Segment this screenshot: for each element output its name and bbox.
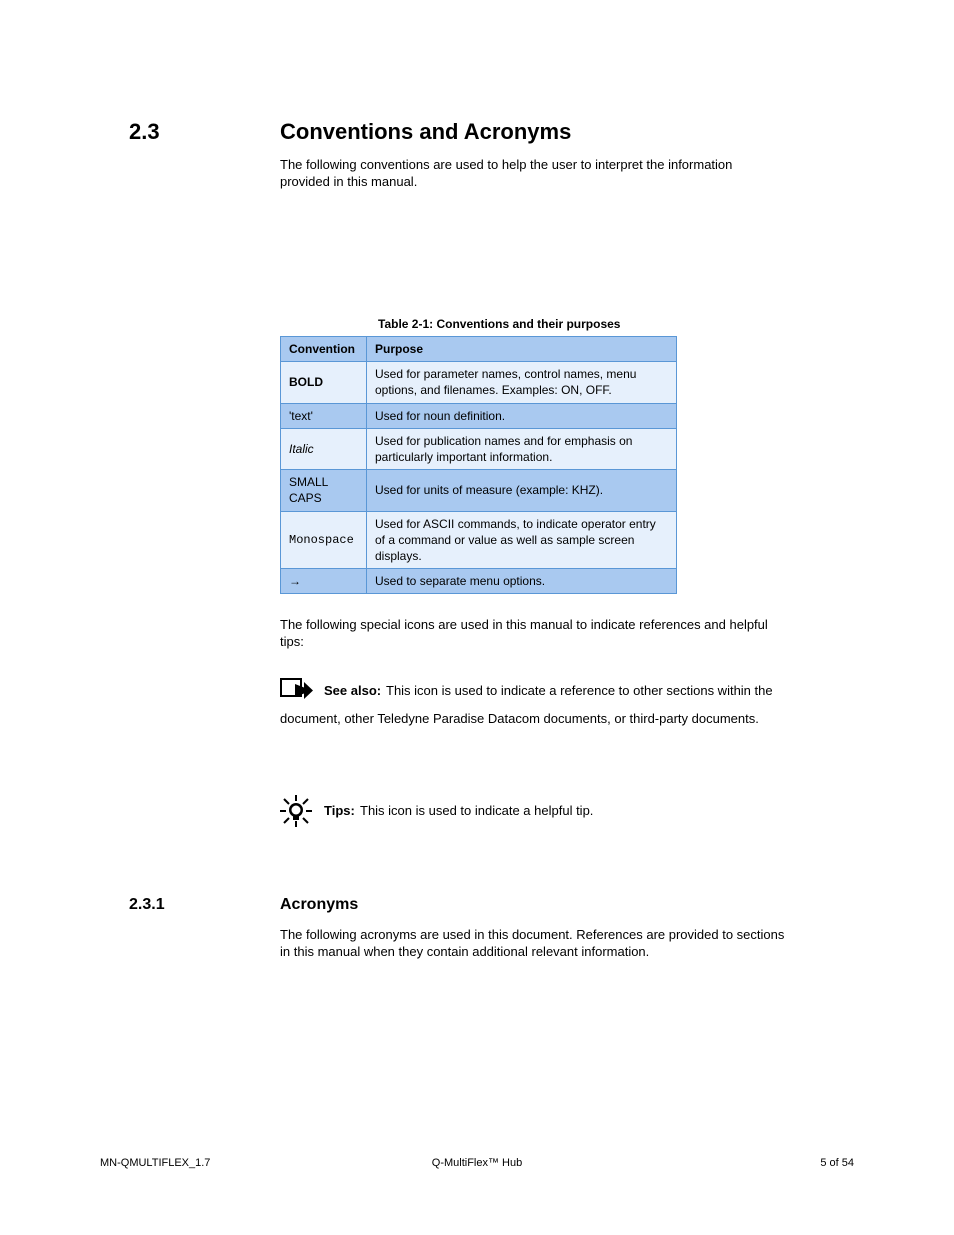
see-also-label: See also: xyxy=(324,682,381,700)
intro-line-1: The following conventions are used to he… xyxy=(280,156,732,174)
cell-convention: BOLD xyxy=(281,362,367,403)
cell-convention: 'text' xyxy=(281,403,367,428)
cell-purpose: Used to separate menu options. xyxy=(367,569,677,594)
icons-intro-line-1: The following special icons are used in … xyxy=(280,616,768,634)
table-row: → Used to separate menu options. xyxy=(281,569,677,594)
cell-convention: Italic xyxy=(281,428,367,469)
subsection-title: Acronyms xyxy=(280,894,358,916)
reference-icon xyxy=(280,678,314,709)
cell-purpose: Used for ASCII commands, to indicate ope… xyxy=(367,511,677,569)
tips-label: Tips: xyxy=(324,802,355,820)
section-number: 2.3 xyxy=(129,117,160,147)
table-row: BOLD Used for parameter names, control n… xyxy=(281,362,677,403)
acronyms-line-2: in this manual when they contain additio… xyxy=(280,943,649,961)
table-row: 'text' Used for noun definition. xyxy=(281,403,677,428)
cell-purpose: Used for noun definition. xyxy=(367,403,677,428)
see-also-desc-1: This icon is used to indicate a referenc… xyxy=(386,682,773,700)
cell-convention: SMALL CAPS xyxy=(281,470,367,511)
subsection-number: 2.3.1 xyxy=(129,894,165,916)
table-row: Italic Used for publication names and fo… xyxy=(281,428,677,469)
footer-title: Q-MultiFlex™ Hub xyxy=(0,1156,954,1171)
intro-line-2: provided in this manual. xyxy=(280,173,417,191)
footer-page: 5 of 54 xyxy=(820,1156,854,1171)
table-header-row: Convention Purpose xyxy=(281,337,677,362)
acronyms-line-1: The following acronyms are used in this … xyxy=(280,926,784,944)
icons-intro-line-2: tips: xyxy=(280,633,304,651)
cell-convention: Monospace xyxy=(281,511,367,569)
th-convention: Convention xyxy=(281,337,367,362)
cell-purpose: Used for parameter names, control names,… xyxy=(367,362,677,403)
tip-icon xyxy=(280,795,312,832)
conventions-table: Convention Purpose BOLD Used for paramet… xyxy=(280,336,677,594)
cell-convention: → xyxy=(281,569,367,594)
cell-purpose: Used for units of measure (example: KHZ)… xyxy=(367,470,677,511)
table-row: Monospace Used for ASCII commands, to in… xyxy=(281,511,677,569)
see-also-desc-2: document, other Teledyne Paradise Dataco… xyxy=(280,710,759,728)
table-caption: Table 2-1: Conventions and their purpose… xyxy=(378,316,620,332)
cell-purpose: Used for publication names and for empha… xyxy=(367,428,677,469)
table-row: SMALL CAPS Used for units of measure (ex… xyxy=(281,470,677,511)
th-purpose: Purpose xyxy=(367,337,677,362)
tips-desc: This icon is used to indicate a helpful … xyxy=(360,802,593,820)
section-title: Conventions and Acronyms xyxy=(280,117,571,147)
